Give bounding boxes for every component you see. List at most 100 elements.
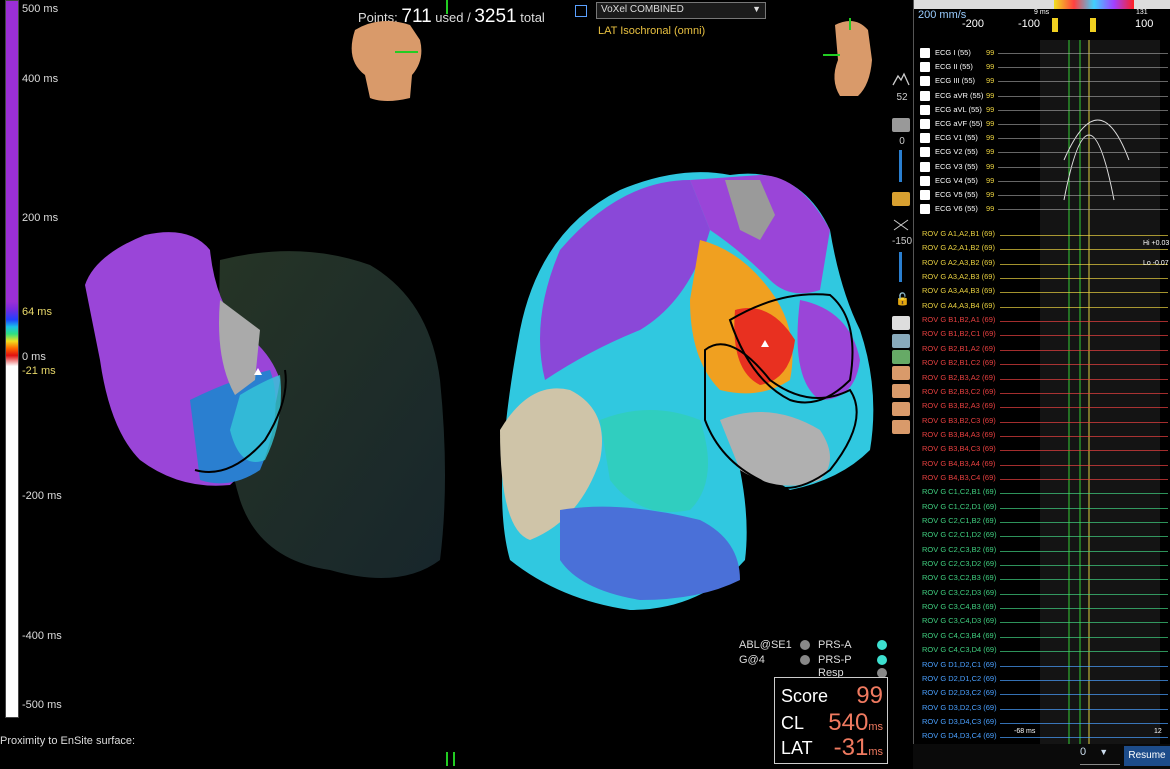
- vertical-slider-2[interactable]: [899, 252, 902, 282]
- ecg-label: ECG aVL (55): [935, 104, 982, 114]
- rov-row[interactable]: ROV G B3,B2,C3 (69): [918, 414, 1170, 428]
- egm-panel[interactable]: 200 mm/s -200 -100 100 9 ms 131 ECG I (5…: [913, 0, 1170, 769]
- egm-time-ruler[interactable]: 200 mm/s -200 -100 100 9 ms 131: [914, 9, 1170, 33]
- ecg-checkbox[interactable]: [920, 62, 930, 73]
- torso-view-icon-1[interactable]: [892, 366, 910, 380]
- rov-row[interactable]: ROV G A2,A1,B2 (69): [918, 241, 1170, 255]
- ecg-checkbox[interactable]: [920, 48, 930, 58]
- torso-front-icon: [351, 21, 422, 101]
- ruler-tick-3: 100: [1135, 18, 1154, 30]
- ecg-checkbox[interactable]: [920, 175, 930, 186]
- ecg-checkbox[interactable]: [920, 104, 930, 115]
- rov-row[interactable]: ROV G C2,C1,D2 (69): [918, 528, 1170, 542]
- rov-label: ROV G D3,D2,C3 (69): [922, 702, 997, 712]
- rov-label: ROV G C1,C2,B1 (69): [922, 487, 997, 497]
- eye-icon[interactable]: [892, 334, 910, 348]
- offset-select[interactable]: 0 ▼: [1080, 746, 1120, 765]
- rov-row[interactable]: ROV G B1,B2,C1 (69): [918, 327, 1170, 341]
- rov-row[interactable]: ROV G C2,C3,B2 (69): [918, 543, 1170, 557]
- ecg-row[interactable]: ECG V5 (55) 99: [918, 188, 1170, 202]
- ecg-row[interactable]: ECG aVR (55) 99: [918, 89, 1170, 103]
- tool-value-1: 52: [896, 92, 908, 103]
- rov-label: ROV G B4,B3,A4 (69): [922, 458, 996, 468]
- map-3d-viewport[interactable]: [0, 0, 912, 769]
- rov-row[interactable]: ROV G D1,D2,C1 (69): [918, 658, 1170, 672]
- scissors-icon[interactable]: [892, 218, 910, 232]
- rov-row[interactable]: ROV G C1,C2,D1 (69): [918, 500, 1170, 514]
- rov-row[interactable]: ROV G B4,B3,A4 (69): [918, 457, 1170, 471]
- ecg-checkbox[interactable]: [920, 204, 930, 215]
- rov-row[interactable]: ROV G B1,B2,A1 (69): [918, 313, 1170, 327]
- ecg-row[interactable]: ECG III (55) 99: [918, 74, 1170, 88]
- rov-row[interactable]: ROV G C4,C3,B4 (69): [918, 629, 1170, 643]
- cl-value: 540: [828, 709, 869, 736]
- rov-trace: [1000, 421, 1168, 423]
- ecg-value: 99: [986, 104, 995, 114]
- rov-row[interactable]: ROV G B2,B1,A2 (69): [918, 342, 1170, 356]
- rov-row[interactable]: ROV G D2,D1,C2 (69): [918, 672, 1170, 686]
- rov-row[interactable]: ROV G D3,D4,C3 (69): [918, 715, 1170, 729]
- rov-row[interactable]: ROV G B2,B3,A2 (69): [918, 371, 1170, 385]
- ecg-label: ECG V5 (55): [935, 190, 978, 199]
- layers-icon[interactable]: [892, 118, 910, 132]
- rov-row[interactable]: ROV G C2,C1,B2 (69): [918, 514, 1170, 528]
- ecg-checkbox[interactable]: [920, 190, 930, 200]
- torso-view-icon-2[interactable]: [892, 384, 910, 398]
- ecg-row[interactable]: ECG V2 (55) 99: [918, 145, 1170, 159]
- mountain-icon[interactable]: [892, 72, 910, 86]
- ecg-row[interactable]: ECG V3 (55) 99: [918, 160, 1170, 174]
- rov-row[interactable]: ROV G D3,D2,C3 (69): [918, 701, 1170, 715]
- ecg-checkbox[interactable]: [920, 76, 930, 87]
- rov-row[interactable]: ROV G C1,C2,B1 (69): [918, 485, 1170, 499]
- rov-trace: [1000, 478, 1168, 480]
- torso-view-icon-3[interactable]: [892, 402, 910, 416]
- rov-label: ROV G D4,D3,C4 (69): [922, 731, 997, 741]
- torso-view-icon-4[interactable]: [892, 420, 910, 434]
- rov-row[interactable]: ROV G B3,B4,C3 (69): [918, 442, 1170, 456]
- ecg-row[interactable]: ECG aVL (55) 99: [918, 103, 1170, 117]
- rov-row[interactable]: ROV G B3,B2,A3 (69): [918, 399, 1170, 413]
- cl-unit: ms: [868, 721, 883, 733]
- folder-icon[interactable]: [892, 192, 910, 206]
- rov-label: ROV G C2,C1,D2 (69): [922, 530, 997, 540]
- ecg-checkbox[interactable]: [920, 133, 930, 144]
- rov-row[interactable]: ROV G A3,A2,B3 (69): [918, 270, 1170, 284]
- ecg-checkbox[interactable]: [920, 147, 930, 158]
- ecg-row[interactable]: ECG II (55) 99: [918, 60, 1170, 74]
- rov-row[interactable]: ROV G D4,D3,C4 (69): [918, 729, 1170, 743]
- rov-row[interactable]: ROV G B2,B1,C2 (69): [918, 356, 1170, 370]
- ecg-checkbox[interactable]: [920, 119, 930, 129]
- marker-1[interactable]: [1052, 18, 1058, 32]
- ecg-row[interactable]: ECG V4 (55) 99: [918, 174, 1170, 188]
- ecg-row[interactable]: ECG V6 (55) 99: [918, 202, 1170, 216]
- rov-label: ROV G B4,B3,C4 (69): [922, 472, 996, 482]
- rov-row[interactable]: ROV G C3,C4,B3 (69): [918, 600, 1170, 614]
- rov-row[interactable]: ROV G C3,C2,B3 (69): [918, 571, 1170, 585]
- rov-row[interactable]: ROV G A1,A2,B1 (69): [918, 227, 1170, 241]
- rov-row[interactable]: ROV G C3,C2,D3 (69): [918, 586, 1170, 600]
- lock-icon[interactable]: 🔓: [895, 292, 910, 306]
- catheter-icon[interactable]: [892, 350, 910, 364]
- rov-row[interactable]: ROV G A2,A3,B2 (69): [918, 256, 1170, 270]
- rov-row[interactable]: ROV G A3,A4,B3 (69): [918, 284, 1170, 298]
- marker-2[interactable]: [1090, 18, 1096, 32]
- rov-row[interactable]: ROV G C2,C3,D2 (69): [918, 557, 1170, 571]
- mail-icon[interactable]: [892, 316, 910, 330]
- ecg-row[interactable]: ECG aVF (55) 99: [918, 117, 1170, 131]
- resume-button[interactable]: Resume: [1124, 746, 1170, 766]
- ecg-checkbox[interactable]: [920, 161, 930, 172]
- rov-row[interactable]: ROV G B2,B3,C2 (69): [918, 385, 1170, 399]
- lo-label: Lo -0.07: [1143, 260, 1169, 267]
- rov-row[interactable]: ROV G D2,D3,C2 (69): [918, 686, 1170, 700]
- rov-row[interactable]: ROV G B3,B4,A3 (69): [918, 428, 1170, 442]
- rov-row[interactable]: ROV G A4,A3,B4 (69): [918, 299, 1170, 313]
- rov-trace: [1000, 450, 1168, 452]
- ecg-row[interactable]: ECG I (55) 99: [918, 46, 1170, 60]
- ecg-label: ECG aVR (55): [935, 90, 984, 100]
- rov-row[interactable]: ROV G C3,C4,D3 (69): [918, 614, 1170, 628]
- rov-row[interactable]: ROV G C4,C3,D4 (69): [918, 643, 1170, 657]
- rov-row[interactable]: ROV G B4,B3,C4 (69): [918, 471, 1170, 485]
- vertical-slider-1[interactable]: [899, 150, 902, 182]
- ecg-row[interactable]: ECG V1 (55) 99: [918, 131, 1170, 145]
- ecg-checkbox[interactable]: [920, 90, 930, 101]
